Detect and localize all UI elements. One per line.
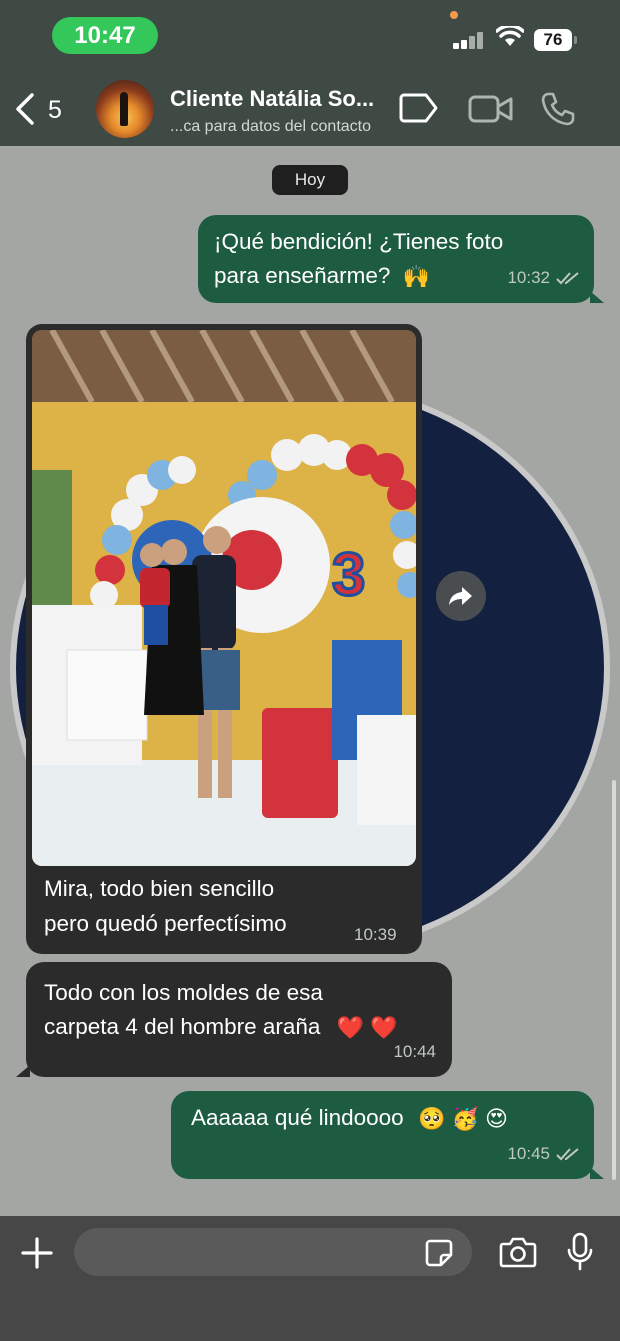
video-call-icon[interactable] xyxy=(468,94,514,124)
chat-header: 5 Cliente Natália So... ...ca para datos… xyxy=(0,70,620,146)
outgoing-message[interactable]: ¡Qué bendición! ¿Tienes foto para enseña… xyxy=(198,215,594,303)
message-meta: 10:32 xyxy=(507,261,580,295)
incoming-message[interactable]: Todo con los moldes de esa carpeta 4 del… xyxy=(26,962,452,1077)
shared-photo[interactable]: 3 xyxy=(32,330,416,866)
sticker-icon[interactable] xyxy=(424,1238,454,1268)
message-time: 10:39 xyxy=(354,925,397,944)
back-unread-count[interactable]: 5 xyxy=(48,96,62,125)
message-time: 10:32 xyxy=(507,268,550,287)
microphone-icon[interactable] xyxy=(567,1232,593,1272)
wifi-icon xyxy=(496,26,524,46)
party-photo-image: 3 xyxy=(32,330,416,866)
read-receipt-icon xyxy=(556,1148,579,1161)
battery-cap xyxy=(574,36,577,44)
day-separator: Hoy xyxy=(272,165,348,195)
chat-scrollbar[interactable] xyxy=(612,780,616,1180)
message-text-line: pero quedó perfectísimo xyxy=(44,911,287,936)
message-text-row: Aaaaaa qué lindoooo 🥺 🥳 😍 xyxy=(191,1101,508,1136)
status-time: 10:47 xyxy=(52,17,158,54)
voice-call-icon[interactable] xyxy=(540,91,576,127)
contact-name[interactable]: Cliente Natália So... xyxy=(170,86,374,112)
message-text-line: carpeta 4 del hombre araña xyxy=(44,1014,321,1039)
outgoing-message[interactable]: Aaaaaa qué lindoooo 🥺 🥳 😍 10:45 xyxy=(171,1091,594,1179)
message-input[interactable] xyxy=(74,1228,472,1276)
raised-hands-emoji: 🙌 xyxy=(402,264,431,290)
message-text-row: para enseñarme? 🙌 xyxy=(214,259,430,294)
message-text-line: Mira, todo bien sencillo xyxy=(44,876,275,901)
bubble-tail xyxy=(590,291,604,303)
contact-subtitle[interactable]: ...ca para datos del contacto xyxy=(170,118,371,136)
bubble-tail xyxy=(16,1065,30,1077)
message-meta: 10:45 xyxy=(507,1137,580,1171)
forward-arrow-icon xyxy=(449,587,472,605)
message-text-line: ¡Qué bendición! ¿Tienes foto xyxy=(214,229,504,254)
status-bar: 10:47 76 xyxy=(0,0,620,70)
forward-button[interactable] xyxy=(436,571,486,621)
plus-icon[interactable] xyxy=(20,1236,54,1270)
reaction-emojis: 🥺 🥳 😍 xyxy=(417,1106,508,1132)
back-chevron-icon[interactable] xyxy=(12,92,38,126)
bubble-tail xyxy=(590,1167,604,1179)
message-text-row: carpeta 4 del hombre araña ❤️ ❤️ xyxy=(44,1010,398,1045)
camera-icon[interactable] xyxy=(499,1236,537,1268)
cake-number-3: 3 xyxy=(332,541,365,608)
cellular-signal-icon xyxy=(453,31,485,49)
read-receipt-icon xyxy=(556,272,579,285)
message-text-line: para enseñarme? xyxy=(214,263,391,288)
label-tag-icon[interactable] xyxy=(398,92,440,124)
message-text-line: Todo con los moldes de esa xyxy=(44,980,323,1005)
red-hearts-emoji: ❤️ ❤️ xyxy=(336,1015,398,1041)
contact-avatar[interactable] xyxy=(96,80,154,138)
message-text-line: Aaaaaa qué lindoooo xyxy=(191,1105,404,1130)
privacy-indicator-icon xyxy=(450,11,458,19)
message-time: 10:44 xyxy=(393,1042,436,1061)
battery-icon: 76 xyxy=(534,29,572,51)
message-time: 10:45 xyxy=(507,1144,550,1163)
message-composer xyxy=(0,1216,620,1341)
